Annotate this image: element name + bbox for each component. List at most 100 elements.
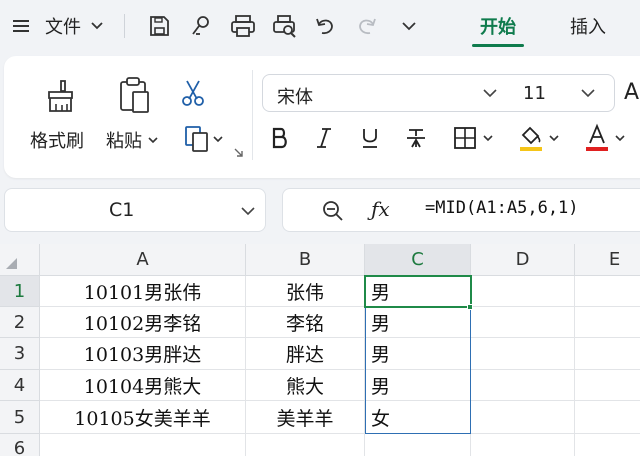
row-header-2[interactable]: 2 [0, 307, 40, 338]
file-menu-label: 文件 [45, 17, 81, 38]
column-header-b[interactable]: B [246, 244, 365, 276]
cut-button[interactable] [176, 78, 210, 108]
more-chevron-down-icon[interactable] [396, 10, 422, 42]
font-name-value: 宋体 [277, 87, 313, 108]
fill-handle[interactable] [467, 304, 473, 310]
clipboard-settings-launcher-icon[interactable] [232, 146, 244, 158]
cell-a4[interactable]: 10104男熊大 [40, 370, 246, 401]
column-header-c[interactable]: C [365, 244, 471, 276]
bold-icon [272, 127, 287, 149]
chevron-down-icon [483, 134, 493, 141]
cell-c2[interactable]: 男 [365, 307, 471, 338]
column-header-d[interactable]: D [471, 244, 575, 276]
row-header-5[interactable]: 5 [0, 401, 40, 434]
format-painter-button[interactable] [36, 76, 82, 116]
chevron-down-icon [483, 89, 497, 98]
zoom-out-icon[interactable] [321, 199, 345, 223]
cell-a5[interactable]: 10105女美羊羊 [40, 401, 246, 434]
cell-a1[interactable]: 10101男张伟 [40, 276, 246, 307]
cell-b4[interactable]: 熊大 [246, 370, 365, 401]
cell-c4[interactable]: 男 [365, 370, 471, 401]
cell-b3[interactable]: 胖达 [246, 338, 365, 370]
ribbon-divider [252, 70, 253, 160]
cell-d1[interactable] [471, 276, 575, 307]
format-painter-label: 格式刷 [30, 131, 84, 152]
cell-c1[interactable]: 男 [365, 276, 471, 307]
cell-d3[interactable] [471, 338, 575, 370]
borders-button[interactable] [448, 124, 498, 152]
cell-c3[interactable]: 男 [365, 338, 471, 370]
cell-c6[interactable] [365, 434, 471, 456]
underline-icon [363, 129, 377, 148]
cell-b5[interactable]: 美羊羊 [246, 401, 365, 434]
select-all-corner[interactable] [0, 244, 40, 276]
copy-icon [185, 126, 208, 152]
cell-b2[interactable]: 李铭 [246, 307, 365, 338]
copy-button[interactable] [178, 122, 228, 156]
cell-c5[interactable]: 女 [365, 401, 471, 434]
hamburger-menu-icon[interactable] [10, 10, 32, 42]
print-preview-icon[interactable] [270, 10, 300, 42]
cell-e6[interactable] [575, 434, 640, 456]
chevron-down-icon [148, 136, 158, 143]
font-size-value: 11 [523, 83, 546, 104]
paste-dropdown[interactable]: 粘贴 [106, 127, 158, 153]
cell-d5[interactable] [471, 401, 575, 434]
tab-insert-label: 插入 [570, 17, 606, 38]
chevron-down-icon [241, 207, 255, 216]
cell-b1[interactable]: 张伟 [246, 276, 365, 307]
italic-icon [317, 128, 331, 148]
row-header-4[interactable]: 4 [0, 370, 40, 401]
cell-e3[interactable] [575, 338, 640, 370]
bold-button[interactable] [266, 124, 294, 152]
row-header-1[interactable]: 1 [0, 276, 40, 307]
chevron-down-icon [581, 89, 595, 98]
paint-bucket-icon [520, 126, 542, 151]
tab-home[interactable]: 开始 [468, 10, 528, 42]
strikethrough-button[interactable] [402, 124, 430, 152]
column-header-a[interactable]: A [40, 244, 246, 276]
save-icon[interactable] [144, 10, 174, 42]
formula-input[interactable]: =MID(A1:A5,6,1) [425, 198, 579, 218]
row-header-6[interactable]: 6 [0, 434, 40, 456]
font-color-button[interactable] [580, 122, 628, 154]
scissors-icon [182, 80, 204, 106]
increase-font-size-button[interactable]: A [624, 80, 639, 105]
row-header-3[interactable]: 3 [0, 338, 40, 370]
italic-button[interactable] [310, 124, 338, 152]
chevron-down-icon [213, 135, 223, 142]
fx-icon[interactable]: ƒx [371, 197, 390, 221]
cell-d2[interactable] [471, 307, 575, 338]
font-name-select[interactable]: 宋体 [262, 74, 508, 112]
cell-e2[interactable] [575, 307, 640, 338]
column-header-e[interactable]: E [575, 244, 640, 276]
chevron-down-icon [549, 134, 559, 141]
cell-a6[interactable] [40, 434, 246, 456]
print-icon[interactable] [228, 10, 258, 42]
strikethrough-icon [407, 129, 425, 148]
paintbrush-icon [48, 80, 73, 112]
menu-bar: 文件 开始 插入 [0, 0, 640, 52]
file-menu-button[interactable]: 文件 [38, 10, 110, 42]
name-box[interactable]: C1 [4, 188, 266, 232]
export-pdf-icon[interactable] [186, 10, 216, 42]
cell-a3[interactable]: 10103男胖达 [40, 338, 246, 370]
active-tab-indicator [472, 44, 524, 47]
cell-d6[interactable] [471, 434, 575, 456]
undo-icon[interactable] [310, 10, 340, 42]
tab-insert[interactable]: 插入 [558, 10, 618, 42]
paste-button[interactable] [112, 74, 156, 116]
chevron-down-icon [615, 134, 625, 141]
underline-button[interactable] [356, 124, 384, 152]
cell-b6[interactable] [246, 434, 365, 456]
cell-e1[interactable] [575, 276, 640, 307]
cell-e4[interactable] [575, 370, 640, 401]
cell-e5[interactable] [575, 401, 640, 434]
font-size-select[interactable]: 11 [507, 74, 615, 112]
spreadsheet-grid: A B C D E 1 10101男张伟 张伟 男 2 10102男李铭 李铭 … [0, 244, 640, 456]
font-color-icon [586, 123, 608, 151]
fill-color-button[interactable] [514, 122, 562, 154]
cell-a2[interactable]: 10102男李铭 [40, 307, 246, 338]
cell-d4[interactable] [471, 370, 575, 401]
redo-icon[interactable] [352, 10, 382, 42]
